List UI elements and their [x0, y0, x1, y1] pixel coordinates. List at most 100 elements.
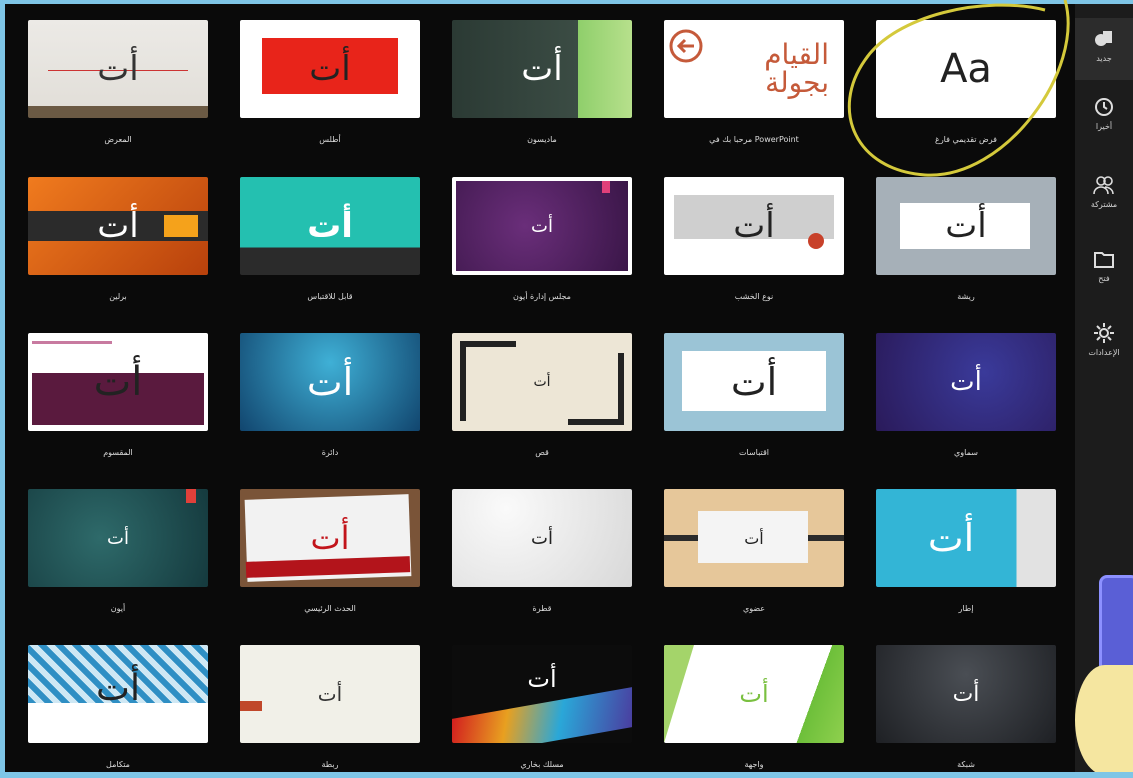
template-tile-vapor-trail[interactable]: أت مسلك بخاري — [452, 645, 632, 778]
template-tile-divided[interactable]: أت المقسوم — [28, 333, 208, 467]
sidebar-item-settings[interactable]: الإعدادات — [1075, 322, 1133, 357]
template-tile-celestial[interactable]: أت سماوي — [876, 333, 1056, 467]
thumbnail-text: Aa — [940, 46, 992, 92]
template-tile-welcome-tour[interactable]: القيام بجولة مرحبا بك في PowerPoint — [664, 20, 844, 154]
template-tile-ion[interactable]: أت أيون — [28, 489, 208, 623]
corner-right — [618, 353, 624, 425]
template-tile-wood-type[interactable]: أت نوع الخشب — [664, 177, 844, 311]
sidebar-item-recent[interactable]: أخيرا — [1075, 96, 1133, 131]
thumbnail-text: أت — [307, 206, 353, 246]
template-label: سماوي — [954, 448, 978, 457]
template-label: عضوي — [742, 604, 766, 613]
template-tile-quotes[interactable]: أت اقتباسات — [664, 333, 844, 467]
template-thumbnail: أت — [28, 177, 208, 275]
sidebar-item-label: الإعدادات — [1088, 348, 1120, 357]
template-tile-facet[interactable]: أت واجهة — [664, 645, 844, 778]
thumbnail-text: أت — [531, 215, 553, 237]
template-thumbnail: القيام بجولة — [664, 20, 844, 118]
clock-icon — [1095, 98, 1113, 116]
thumbnail-text: القيام بجولة — [764, 38, 829, 99]
thumbnail-text: أت — [952, 681, 980, 707]
template-tile-madison[interactable]: أت ماديسون — [452, 20, 632, 154]
green-facet — [664, 645, 694, 743]
template-tile-integral[interactable]: أت متكامل — [28, 645, 208, 778]
corner-bottom-right — [568, 419, 624, 425]
thumbnail-text: أت — [744, 528, 764, 548]
sidebar-item-label: جديد — [1096, 54, 1112, 63]
template-thumbnail: أت — [452, 645, 632, 743]
template-tile-main-event[interactable]: أت الحدث الرئيسي — [240, 489, 420, 623]
template-thumbnail: أت — [240, 177, 420, 275]
thumbnail-text: أت — [93, 359, 143, 405]
thumbnail-text: أت — [533, 374, 551, 390]
window-frame-bottom — [0, 772, 1133, 778]
red-ribbon — [240, 701, 262, 711]
template-tile-quotable[interactable]: أت قابل للاقتباس — [240, 177, 420, 311]
vapor-streak — [452, 687, 632, 743]
template-label: الحدث الرئيسي — [304, 604, 356, 613]
sidebar-item-label: فتح — [1098, 274, 1110, 283]
thumbnail-text: أت — [527, 665, 557, 693]
template-label: أطلس — [319, 135, 341, 144]
corner-top-left — [460, 341, 516, 347]
template-thumbnail: أت — [28, 489, 208, 587]
thumbnail-text: أت — [310, 519, 350, 557]
template-tile-cut[interactable]: أت قص — [452, 333, 632, 467]
red-tab — [186, 489, 196, 503]
template-thumbnail: أت — [28, 20, 208, 118]
template-tile-atlas[interactable]: أت أطلس — [240, 20, 420, 154]
template-label: مسلك بخاري — [520, 760, 564, 769]
template-tile-organic[interactable]: أت عضوي — [664, 489, 844, 623]
template-tile-berlin[interactable]: أت برلين — [28, 177, 208, 311]
thumbnail-text: أت — [730, 360, 778, 404]
orange-block — [164, 215, 198, 237]
template-tile-gallery[interactable]: أت المعرض — [28, 20, 208, 154]
thumbnail-text: أت — [733, 206, 775, 246]
template-thumbnail: أت — [664, 489, 844, 587]
template-thumbnail: أت — [452, 333, 632, 431]
template-thumbnail: أت — [28, 333, 208, 431]
template-thumbnail: أت — [664, 177, 844, 275]
template-thumbnail: أت — [876, 333, 1056, 431]
thumbnail-text: أت — [97, 49, 139, 89]
window-frame-left — [0, 0, 5, 778]
template-label: المقسوم — [103, 448, 133, 457]
template-label: برلين — [109, 292, 127, 301]
template-thumbnail: Aa — [876, 20, 1056, 118]
folder-icon — [1094, 252, 1114, 268]
template-tile-ion-boardroom[interactable]: أت مجلس إدارة أيون — [452, 177, 632, 311]
sidebar-item-shared[interactable]: مشتركة — [1075, 174, 1133, 209]
template-tile-parcel[interactable]: أت ربطة — [240, 645, 420, 778]
template-label: مجلس إدارة أيون — [513, 292, 571, 301]
template-tile-droplet[interactable]: أت قطرة — [452, 489, 632, 623]
accent-line — [32, 341, 112, 344]
decorative-overlay — [1075, 575, 1133, 772]
template-label: المعرض — [104, 135, 132, 144]
template-thumbnail: أت — [664, 645, 844, 743]
template-tile-frame[interactable]: أت إطار — [876, 489, 1056, 623]
thumbnail-text: أت — [739, 680, 769, 708]
template-thumbnail: أت — [876, 645, 1056, 743]
template-label: شبكة — [957, 760, 975, 769]
template-thumbnail: أت — [876, 177, 1056, 275]
template-thumbnail: أت — [452, 177, 632, 275]
template-label: واجهة — [744, 760, 764, 769]
thumbnail-text: أت — [306, 360, 354, 404]
gear-icon — [1094, 323, 1114, 343]
template-label: نوع الخشب — [734, 292, 774, 301]
red-dot — [808, 233, 824, 249]
template-thumbnail: أت — [664, 333, 844, 431]
template-label: فرض تقديمي فارغ — [935, 135, 997, 144]
template-thumbnail: أت — [240, 333, 420, 431]
template-label: أيون — [110, 604, 126, 613]
sidebar-item-new[interactable]: جديد — [1075, 18, 1133, 80]
sidebar-item-open[interactable]: فتح — [1075, 248, 1133, 283]
template-label: قابل للاقتباس — [307, 292, 353, 301]
thumbnail-text: أت — [531, 527, 553, 549]
template-label: اقتباسات — [739, 448, 769, 457]
template-tile-feather[interactable]: أت ريشة — [876, 177, 1056, 311]
template-tile-circuit[interactable]: أت دائرة — [240, 333, 420, 467]
template-tile-blank[interactable]: Aa فرض تقديمي فارغ — [876, 20, 1056, 154]
template-tile-mesh[interactable]: أت شبكة — [876, 645, 1056, 778]
pink-tab — [602, 181, 610, 193]
